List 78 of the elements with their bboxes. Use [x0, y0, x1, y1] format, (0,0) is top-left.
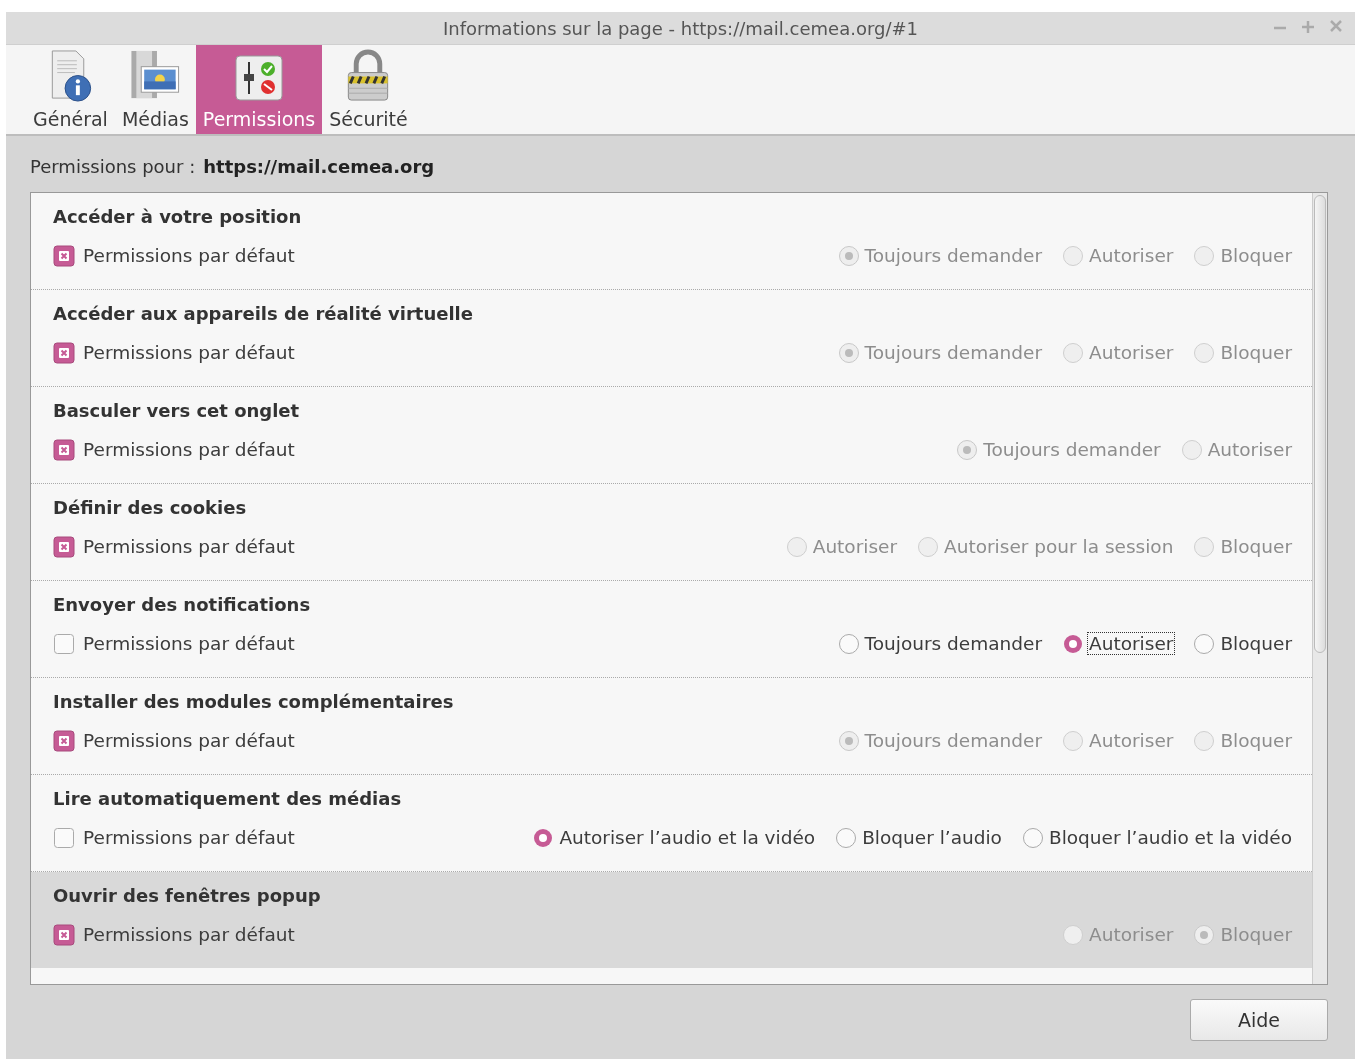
- permission-title: Définir des cookies: [53, 497, 247, 518]
- radio-label: Bloquer: [1219, 729, 1293, 752]
- permission-title: Accéder à votre position: [53, 206, 302, 227]
- radio-button[interactable]: [1062, 632, 1085, 655]
- radio-button[interactable]: [1021, 826, 1044, 849]
- permission-title: Accéder aux appareils de réalité virtuelle: [53, 303, 473, 324]
- permissions-label: Permissions pour :: [30, 156, 196, 177]
- scrollbar-thumb[interactable]: [1314, 195, 1326, 653]
- checkbox[interactable]: [53, 244, 75, 267]
- radio-label: Toujours demander: [863, 244, 1044, 267]
- checkbox-label: Permissions par défaut: [83, 342, 295, 363]
- checkbox[interactable]: [53, 632, 75, 655]
- radio-button[interactable]: [1193, 632, 1216, 655]
- radio-button[interactable]: [1193, 535, 1216, 558]
- help-button[interactable]: Aide: [1190, 999, 1328, 1041]
- radio-button[interactable]: [837, 244, 860, 267]
- tab[interactable]: Médias: [114, 45, 196, 134]
- permission-title: Ouvrir des fenêtres popup: [53, 885, 321, 906]
- radio-label: Bloquer l’audio: [861, 826, 1003, 849]
- radio-button[interactable]: [956, 438, 979, 461]
- checkbox[interactable]: [53, 826, 75, 849]
- radio-button[interactable]: [1193, 341, 1216, 364]
- tab[interactable]: Général: [26, 45, 115, 134]
- window-title: Informations sur la page - https://mail.cemea.org/#1: [442, 17, 919, 39]
- radio-button[interactable]: [1180, 438, 1203, 461]
- tab[interactable]: Permissions: [195, 45, 323, 134]
- radio-label: Bloquer l’audio et la vidéo: [1047, 826, 1293, 849]
- radio-label: Bloquer: [1219, 632, 1293, 655]
- checkbox-label: Permissions par défaut: [83, 730, 295, 751]
- radio-button[interactable]: [1062, 341, 1085, 364]
- radio-label: Toujours demander: [982, 438, 1162, 461]
- radio-label: Autoriser pour la session: [943, 535, 1175, 558]
- radio-label: Autoriser: [1088, 729, 1175, 752]
- radio-label: Bloquer: [1219, 923, 1293, 946]
- checkbox[interactable]: [53, 341, 75, 364]
- radio-button[interactable]: [837, 341, 860, 364]
- radio-button[interactable]: [532, 826, 555, 849]
- radio-label: Toujours demander: [863, 341, 1044, 364]
- checkbox[interactable]: [53, 438, 75, 461]
- radio-button[interactable]: [835, 826, 858, 849]
- checkbox-label: Permissions par défaut: [83, 439, 295, 460]
- radio-label: Autoriser: [1088, 341, 1175, 364]
- permission-title: Lire automatiquement des médias: [53, 788, 402, 809]
- radio-label: Autoriser: [1087, 632, 1176, 655]
- radio-button[interactable]: [917, 535, 940, 558]
- checkbox-label: Permissions par défaut: [83, 827, 295, 848]
- radio-button[interactable]: [785, 535, 808, 558]
- checkbox[interactable]: [53, 923, 75, 946]
- radio-label: Autoriser: [1088, 923, 1175, 946]
- radio-label: Toujours demander: [863, 632, 1044, 655]
- radio-label: Autoriser: [1088, 244, 1175, 267]
- radio-label: Bloquer: [1219, 535, 1293, 558]
- radio-label: Autoriser: [1206, 438, 1293, 461]
- checkbox-label: Permissions par défaut: [83, 633, 295, 654]
- checkbox-label: Permissions par défaut: [83, 924, 295, 945]
- checkbox[interactable]: [53, 729, 75, 752]
- permission-title: Envoyer des notifications: [53, 594, 311, 615]
- radio-button[interactable]: [1193, 923, 1216, 946]
- radio-button[interactable]: [837, 729, 860, 752]
- tab[interactable]: Sécurité: [322, 45, 415, 134]
- checkbox[interactable]: [53, 535, 75, 558]
- slider-check-block-icon: [234, 54, 285, 104]
- radio-button[interactable]: [837, 632, 860, 655]
- radio-button[interactable]: [1193, 244, 1216, 267]
- site-url: https://mail.cemea.org: [203, 156, 435, 177]
- radio-label: Bloquer: [1219, 244, 1293, 267]
- radio-button[interactable]: [1193, 729, 1216, 752]
- radio-label: Toujours demander: [863, 729, 1044, 752]
- permission-title: Basculer vers cet onglet: [53, 400, 300, 421]
- radio-label: Bloquer: [1219, 341, 1293, 364]
- checkbox-label: Permissions par défaut: [83, 245, 295, 266]
- radio-button[interactable]: [1062, 729, 1085, 752]
- checkbox-label: Permissions par défaut: [83, 536, 295, 557]
- permission-title: Installer des modules complémentaires: [53, 691, 454, 712]
- radio-button[interactable]: [1062, 923, 1085, 946]
- radio-label: Autoriser: [811, 535, 899, 558]
- radio-label: Autoriser l’audio et la vidéo: [558, 826, 817, 849]
- radio-button[interactable]: [1062, 244, 1085, 267]
